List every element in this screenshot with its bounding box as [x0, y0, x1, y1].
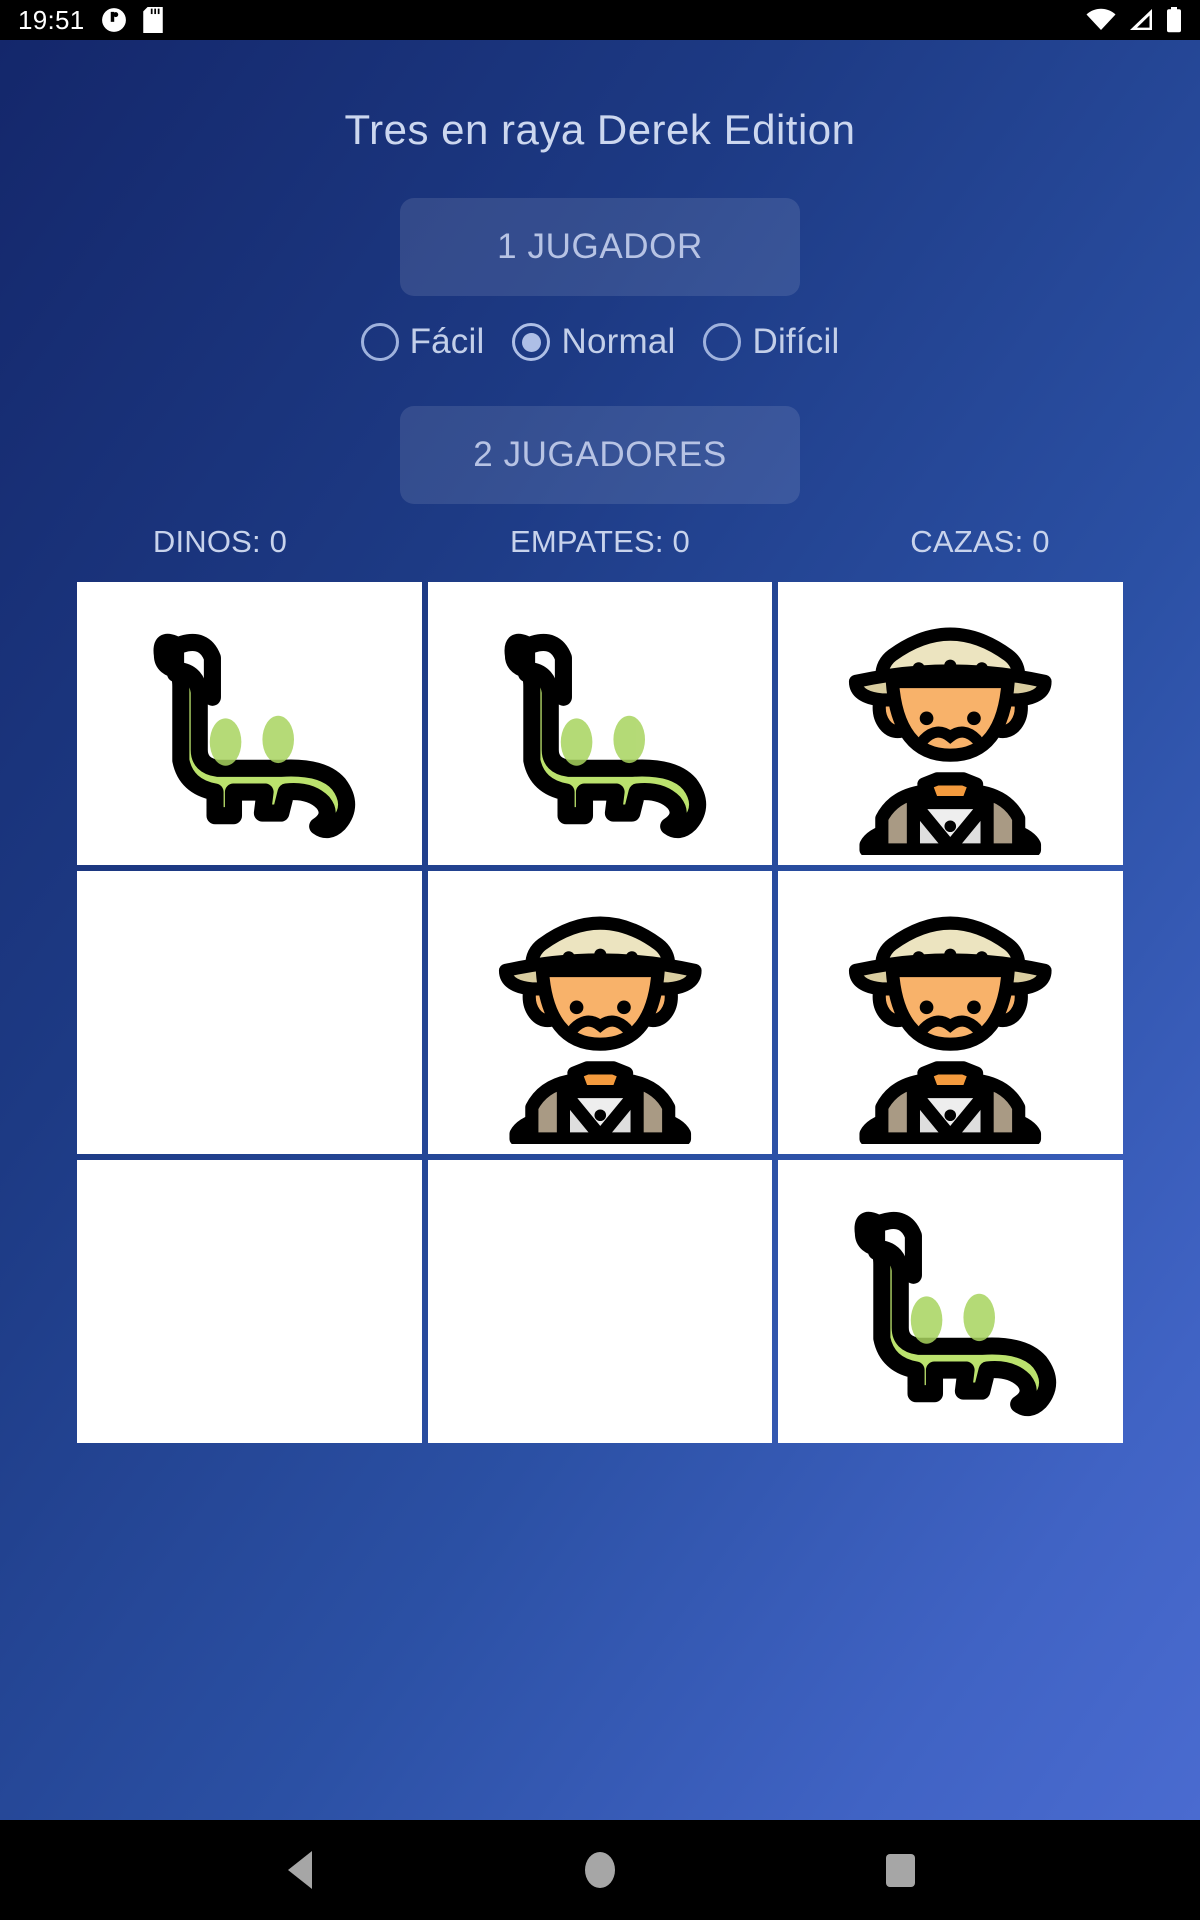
board-cell-6[interactable]	[77, 1160, 422, 1443]
page-title: Tres en raya Derek Edition	[344, 106, 856, 153]
radio-circle-icon[interactable]	[703, 323, 742, 361]
sd-card-icon	[142, 7, 163, 33]
radio-label-dificil: Difícil	[752, 322, 840, 361]
scoreboard: DINOS: 0 EMPATES: 0 CAZAS: 0	[0, 524, 1200, 560]
nav-back-button[interactable]	[265, 1835, 335, 1905]
board-container	[0, 582, 1200, 1443]
dinosaur-icon	[854, 1211, 1057, 1417]
two-players-button[interactable]: 2 JUGADORES	[400, 406, 800, 504]
clock-badge-icon	[101, 7, 127, 33]
dinosaur-icon	[153, 633, 356, 839]
score-dinos: DINOS: 0	[152, 524, 288, 559]
two-players-row: 2 JUGADORES	[0, 362, 1200, 504]
status-bar-left: 19:51	[18, 7, 163, 33]
status-bar-right	[1086, 7, 1182, 33]
tic-tac-toe-board	[77, 582, 1123, 1443]
board-cell-0[interactable]	[77, 582, 422, 865]
wifi-icon	[1086, 8, 1116, 32]
radio-label-facil: Fácil	[409, 322, 485, 361]
board-cell-1[interactable]	[427, 582, 773, 865]
board-cell-8[interactable]	[778, 1160, 1123, 1443]
radio-circle-selected-icon[interactable]	[512, 323, 551, 361]
board-cell-5[interactable]	[778, 871, 1123, 1154]
board-cell-2[interactable]	[778, 582, 1123, 865]
one-player-row: 1 JUGADOR	[0, 154, 1200, 296]
score-empates: EMPATES: 0	[509, 524, 690, 559]
battery-icon	[1166, 7, 1182, 33]
app-content: Tres en raya Derek Edition 1 JUGADOR Fác…	[0, 40, 1200, 1820]
radio-option-normal[interactable]: Normal	[498, 322, 689, 362]
board-cell-7[interactable]	[427, 1160, 773, 1443]
radio-label-normal: Normal	[561, 322, 676, 361]
hunter-icon	[849, 916, 1052, 1145]
square-icon	[885, 1853, 915, 1887]
nav-home-button[interactable]	[565, 1835, 635, 1905]
board-cell-3[interactable]	[77, 871, 422, 1154]
android-navigation-bar	[0, 1820, 1200, 1920]
triangle-left-icon	[288, 1851, 312, 1889]
status-bar-clock: 19:51	[18, 5, 85, 35]
radio-option-facil[interactable]: Fácil	[347, 322, 499, 362]
score-cazas: CAZAS: 0	[910, 524, 1050, 559]
hunter-icon	[498, 916, 702, 1145]
one-player-button[interactable]: 1 JUGADOR	[400, 198, 800, 296]
radio-option-dificil[interactable]: Difícil	[689, 322, 853, 362]
dinosaur-icon	[504, 633, 706, 839]
hunter-icon	[849, 627, 1052, 856]
cellular-signal-icon	[1128, 8, 1154, 32]
board-cell-4[interactable]	[427, 871, 773, 1154]
nav-recents-button[interactable]	[865, 1835, 935, 1905]
difficulty-radio-group: Fácil Normal Difícil	[0, 322, 1200, 362]
device-screen: 19:51 Tres en raya Derek Edition 1 JUGAD…	[0, 0, 1200, 1920]
circle-icon	[585, 1852, 615, 1888]
radio-circle-icon[interactable]	[360, 323, 399, 361]
radio-dot-icon	[521, 332, 541, 352]
status-bar: 19:51	[0, 0, 1200, 40]
